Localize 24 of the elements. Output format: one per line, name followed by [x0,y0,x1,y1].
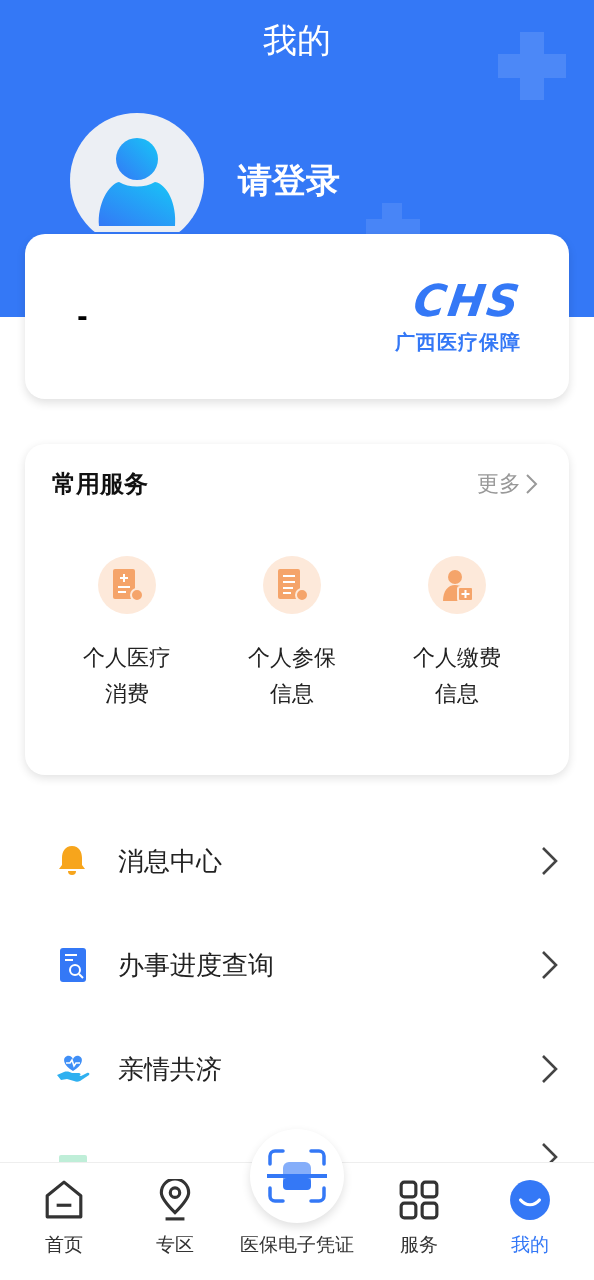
service-item[interactable]: 个人参保信息 [237,556,347,712]
organization-name: 广西医疗保障 [395,329,521,356]
logo: CHS [410,277,525,325]
menu-item[interactable]: 亲情共济 [0,1017,594,1121]
chevron-right-icon [540,1053,560,1085]
scan-icon [267,1148,327,1204]
tab[interactable]: 服务 [363,1163,474,1280]
chevron-right-icon [525,473,539,495]
service-item[interactable]: 个人缴费信息 [402,556,512,712]
chevron-right-icon [540,845,560,877]
card-number: - [77,301,88,332]
menu-item[interactable]: 消息中心 [0,809,594,913]
tab[interactable]: 首页 [8,1163,119,1280]
chevron-right-icon [540,949,560,981]
tab[interactable]: 专区 [120,1163,231,1280]
tab[interactable]: 医保电子凭证 [240,1232,354,1258]
login-link[interactable]: 请登录 [238,158,340,204]
page-title: 我的 [262,19,332,62]
section-title: 常用服务 [52,469,148,500]
smile-icon [509,1179,552,1221]
menu-item[interactable]: 办事进度查询 [0,913,594,1017]
service-item[interactable]: 个人医疗消费 [72,556,182,712]
tab[interactable]: 我的 [475,1163,586,1280]
grid-icon [397,1179,440,1221]
